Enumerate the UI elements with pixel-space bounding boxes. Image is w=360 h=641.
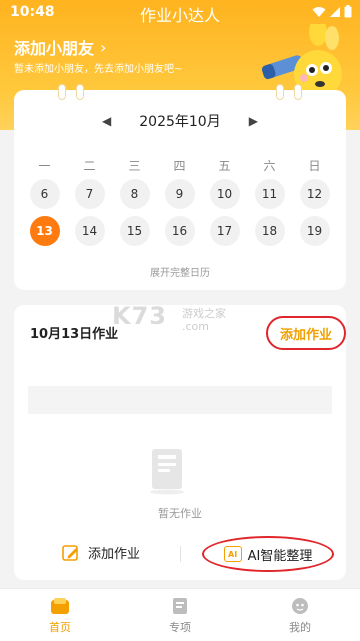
bottom-tab-bar: 首页 专项 我的	[0, 588, 360, 641]
calendar-day[interactable]: 9	[164, 179, 195, 209]
ai-organize-label: AI智能整理	[247, 548, 313, 564]
watermark-text: 游戏之家	[182, 307, 226, 320]
watermark-logo: K73	[112, 302, 167, 330]
homework-placeholder-strip	[28, 386, 332, 414]
add-homework-button[interactable]: 添加作业	[266, 316, 346, 350]
book-icon	[173, 598, 187, 614]
app-title: 作业小达人	[139, 6, 220, 25]
add-homework-label: 添加作业	[88, 547, 141, 562]
add-homework-bottom-button[interactable]: 添加作业	[62, 543, 140, 562]
calendar-day[interactable]: 10	[209, 179, 240, 209]
prev-month-icon[interactable]: ◀	[102, 114, 111, 128]
tab-home[interactable]: 首页	[0, 589, 120, 641]
tab-label: 我的	[289, 621, 311, 634]
wifi-icon	[312, 6, 326, 17]
weekday-label: 五	[218, 159, 231, 173]
weekday-label: 三	[128, 159, 141, 173]
calendar-day[interactable]: 8	[119, 179, 150, 209]
weekday-label: 四	[173, 159, 186, 173]
tab-profile[interactable]: 我的	[240, 589, 360, 641]
weekday-label: 二	[83, 159, 96, 173]
week-row-1: 6 7 8 9 10 11 12	[22, 179, 340, 209]
weekday-header: 一 二 三 四 五 六 日	[22, 157, 340, 174]
calendar-day-selected[interactable]: 13	[29, 216, 60, 246]
calendar-day[interactable]: 11	[254, 179, 285, 209]
calendar-day[interactable]: 18	[254, 216, 285, 246]
homework-title: 10月13日作业	[30, 327, 119, 342]
ai-organize-button[interactable]: AI AI智能整理	[202, 536, 334, 572]
calendar-day[interactable]: 12	[299, 179, 330, 209]
week-row-2: 13 14 15 16 17 18 19	[22, 216, 340, 246]
month-label: 2025年10月	[139, 114, 221, 130]
home-icon	[51, 598, 69, 614]
month-selector: ◀ 2025年10月 ▶	[14, 110, 346, 132]
expand-calendar-link[interactable]: 展开完整日历	[14, 264, 346, 279]
calendar-day[interactable]: 15	[119, 216, 150, 246]
calendar-day[interactable]: 19	[299, 216, 330, 246]
next-month-icon[interactable]: ▶	[249, 114, 258, 128]
signal-icon	[330, 6, 340, 17]
tab-label: 首页	[49, 621, 71, 634]
calendar-day[interactable]: 16	[164, 216, 195, 246]
button-divider	[180, 546, 181, 562]
add-kid-subtitle: 暂未添加小朋友，先去添加小朋友吧~	[14, 64, 183, 75]
binder-ring	[58, 84, 66, 100]
profile-icon	[292, 598, 308, 614]
weekday-label: 六	[263, 159, 276, 173]
calendar-day[interactable]: 6	[29, 179, 60, 209]
empty-document-icon	[150, 449, 184, 495]
weekday-label: 一	[38, 159, 51, 173]
binder-ring	[276, 84, 284, 100]
ai-icon: AI	[223, 546, 242, 562]
binder-ring	[294, 84, 302, 100]
tab-label: 专项	[169, 621, 191, 634]
chevron-right-icon: ›	[100, 37, 107, 57]
calendar-day[interactable]: 14	[74, 216, 105, 246]
add-kid-label: 添加小朋友	[14, 39, 95, 58]
empty-state-text: 暂无作业	[158, 507, 202, 520]
calendar-day[interactable]: 7	[74, 179, 105, 209]
status-icons	[312, 5, 352, 18]
calendar-day[interactable]: 17	[209, 216, 240, 246]
edit-icon	[62, 544, 78, 561]
weekday-label: 日	[308, 159, 321, 173]
battery-icon	[344, 5, 352, 18]
watermark-text: .com	[182, 320, 209, 333]
binder-ring	[76, 84, 84, 100]
tab-special[interactable]: 专项	[120, 589, 240, 641]
add-kid-button[interactable]: 添加小朋友 ›	[14, 35, 106, 59]
